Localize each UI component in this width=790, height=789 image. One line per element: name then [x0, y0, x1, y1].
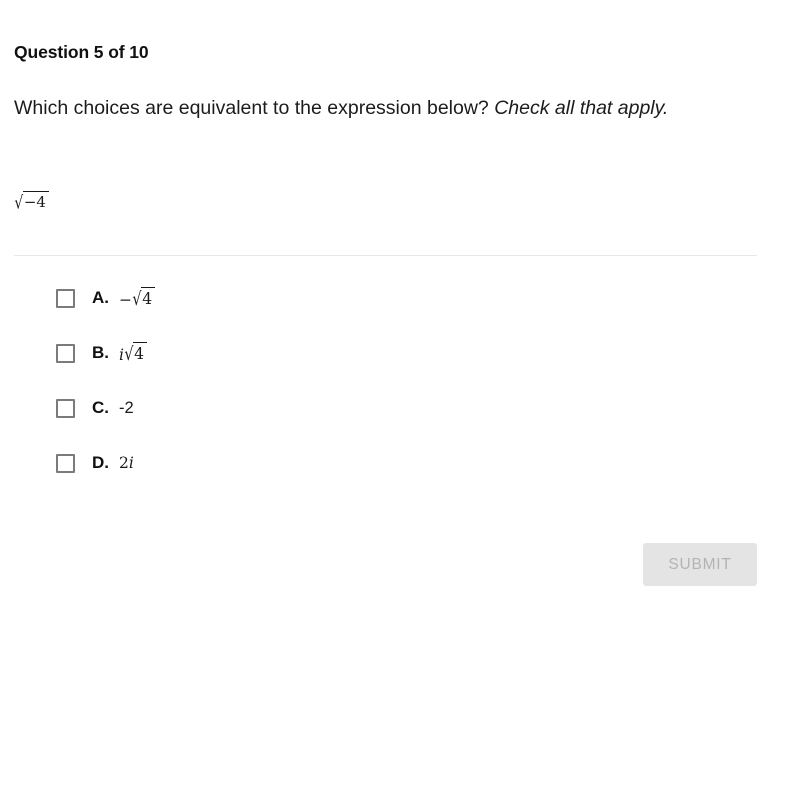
prompt-emphasis-text: Check all that apply.	[494, 97, 669, 119]
choice-letter-b: B.	[92, 343, 109, 362]
radicand-value: −4	[22, 191, 49, 211]
square-root-icon: √4	[124, 342, 147, 365]
checkbox-choice-c[interactable]	[56, 399, 75, 418]
choice-content-a: −√4	[119, 287, 155, 310]
question-page: Question 5 of 10 Which choices are equiv…	[0, 0, 790, 789]
square-root-icon: √−4	[14, 191, 49, 213]
choice-row-b[interactable]: B. i√4	[0, 342, 790, 398]
choice-d-imaginary-unit: i	[128, 454, 134, 472]
radicand-value: 4	[132, 342, 147, 364]
checkbox-choice-a[interactable]	[56, 289, 75, 308]
choice-a-prefix: −	[119, 291, 132, 310]
checkbox-choice-d[interactable]	[56, 454, 75, 473]
choice-a-expression: −√4	[119, 287, 155, 310]
choice-d-expression: 2i	[119, 453, 134, 473]
radical-expression: √−4	[14, 191, 49, 213]
answer-choices-list: A. −√4 B. i√4 C. -2 D. 2i	[0, 287, 790, 508]
choice-d-prefix: 2	[119, 454, 129, 472]
question-prompt: Which choices are equivalent to the expr…	[14, 92, 762, 125]
choice-b-expression: i√4	[119, 342, 147, 365]
question-counter-heading: Question 5 of 10	[14, 42, 149, 62]
choice-letter-d: D.	[92, 453, 109, 472]
choice-content-b: i√4	[119, 342, 147, 365]
choice-content-c: -2	[119, 399, 134, 417]
choice-content-d: 2i	[119, 453, 134, 473]
choice-row-d[interactable]: D. 2i	[0, 453, 790, 508]
square-root-icon: √4	[132, 287, 155, 310]
submit-button[interactable]: SUBMIT	[643, 543, 757, 586]
section-divider	[14, 255, 757, 256]
radicand-value: 4	[140, 287, 155, 309]
question-expression: √−4	[14, 191, 49, 232]
choice-row-c[interactable]: C. -2	[0, 398, 790, 453]
choice-letter-a: A.	[92, 288, 109, 307]
checkbox-choice-b[interactable]	[56, 344, 75, 363]
choice-row-a[interactable]: A. −√4	[0, 287, 790, 343]
choice-letter-c: C.	[92, 398, 109, 417]
prompt-main-text: Which choices are equivalent to the expr…	[14, 97, 489, 119]
